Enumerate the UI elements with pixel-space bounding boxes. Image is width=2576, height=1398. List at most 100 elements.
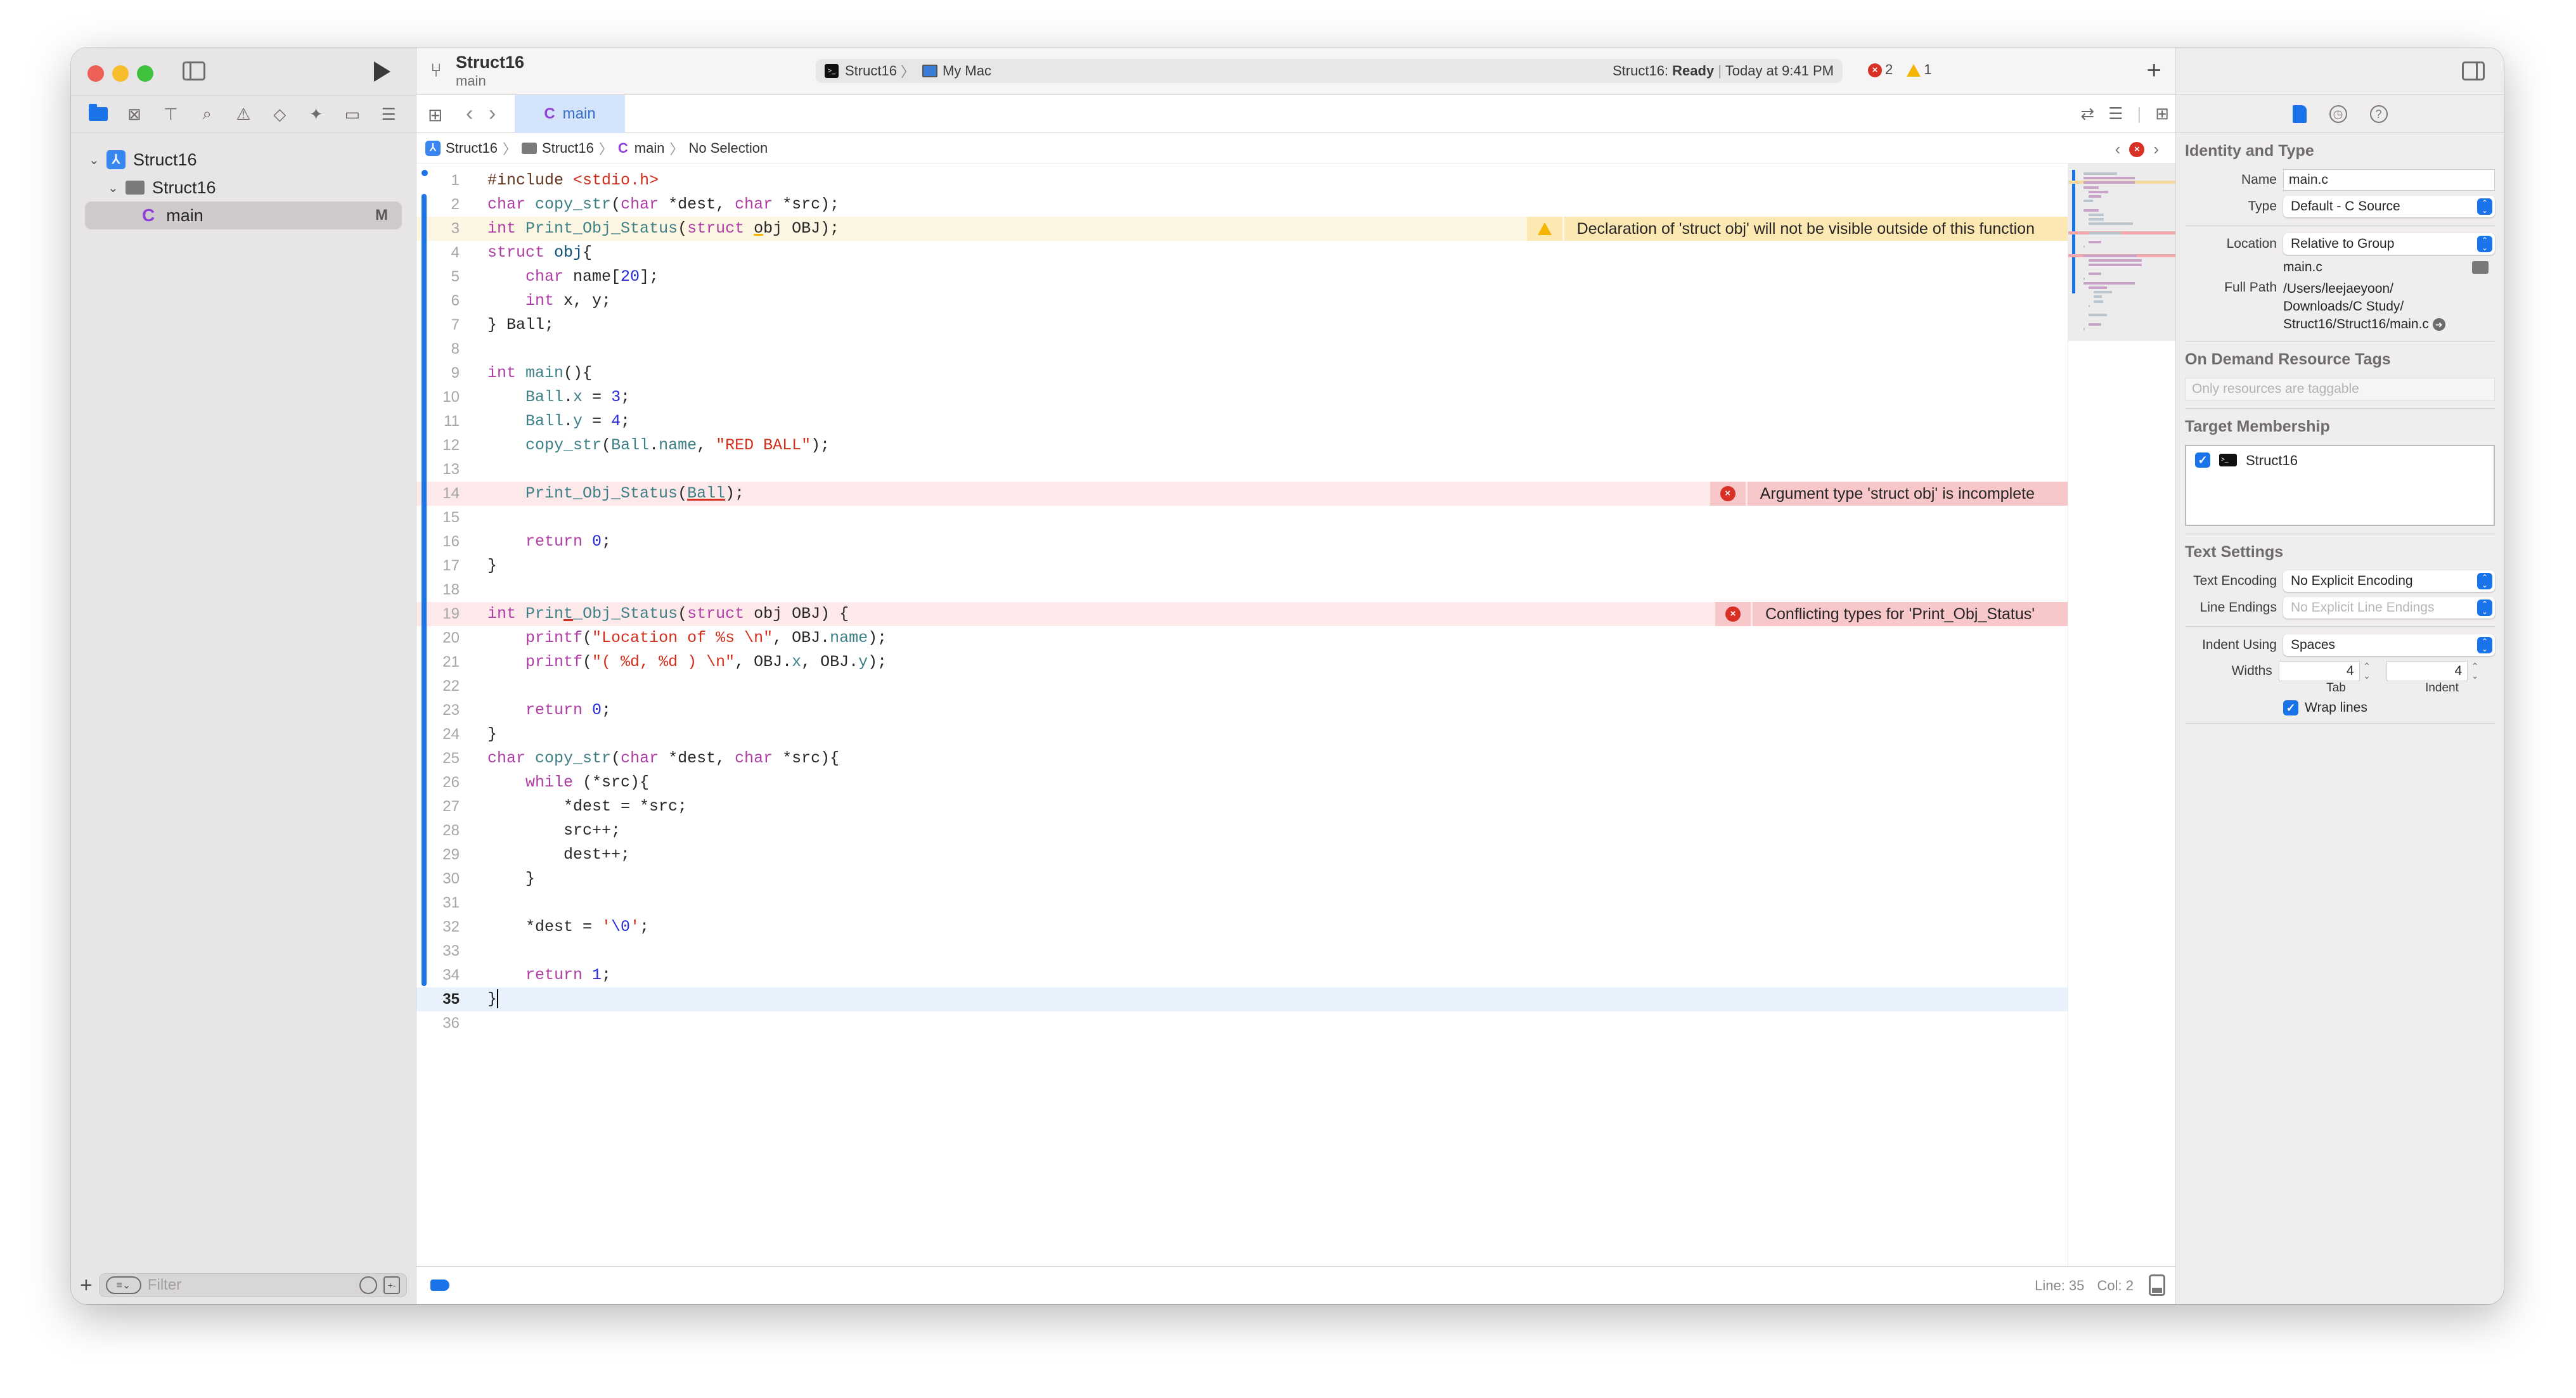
breadcrumb-item[interactable]: Struct16 bbox=[542, 140, 594, 157]
type-popup[interactable]: Default - C Source ⌃ ⌄ bbox=[2283, 196, 2495, 217]
code-line[interactable]: 28 src++; bbox=[416, 819, 2068, 843]
line-number[interactable]: 33 bbox=[429, 939, 460, 963]
line-number[interactable]: 16 bbox=[429, 530, 460, 554]
next-issue-icon[interactable]: › bbox=[2153, 139, 2159, 159]
code-text[interactable]: *dest = '\0'; bbox=[487, 915, 649, 939]
code-text[interactable]: int Print_Obj_Status(struct obj OBJ); bbox=[487, 217, 839, 241]
code-line[interactable]: 11 Ball.y = 4; bbox=[416, 409, 2068, 433]
code-text[interactable]: printf("Location of %s \n", OBJ.name); bbox=[487, 626, 887, 650]
breadcrumb-item[interactable]: Struct16 bbox=[446, 140, 498, 157]
minimap[interactable] bbox=[2068, 164, 2175, 1266]
chevron-down-icon[interactable]: ⌄ bbox=[108, 180, 120, 196]
code-text[interactable]: } bbox=[487, 867, 535, 891]
line-number[interactable]: 15 bbox=[429, 506, 460, 530]
tree-item-file[interactable]: C main M bbox=[85, 202, 402, 229]
name-field[interactable]: main.c bbox=[2283, 169, 2495, 191]
line-number[interactable]: 7 bbox=[429, 313, 460, 337]
code-text[interactable]: src++; bbox=[487, 819, 621, 843]
line-number[interactable]: 20 bbox=[429, 626, 460, 650]
error-icon[interactable]: × bbox=[2129, 141, 2145, 157]
code-line[interactable]: 22 bbox=[416, 674, 2068, 698]
issue-counts[interactable]: × 2 1 bbox=[1868, 61, 1932, 78]
debug-navigator-icon[interactable]: ✦ bbox=[306, 103, 327, 125]
code-line[interactable]: 36 bbox=[416, 1011, 2068, 1036]
code-line[interactable]: 13 bbox=[416, 458, 2068, 482]
filter-input[interactable] bbox=[147, 1276, 353, 1294]
line-number[interactable]: 17 bbox=[429, 554, 460, 578]
code-line[interactable]: 29 dest++; bbox=[416, 843, 2068, 867]
line-number[interactable]: 13 bbox=[429, 458, 460, 482]
line-number[interactable]: 31 bbox=[429, 891, 460, 915]
line-number[interactable]: 3 bbox=[429, 217, 460, 241]
code-line[interactable]: 2 char copy_str(char *dest, char *src); bbox=[416, 193, 2068, 217]
line-number[interactable]: 35 bbox=[429, 987, 460, 1011]
line-number[interactable]: 25 bbox=[429, 747, 460, 771]
code-text[interactable]: return 1; bbox=[487, 963, 611, 987]
code-line[interactable]: 15 bbox=[416, 506, 2068, 530]
code-text[interactable]: dest++; bbox=[487, 843, 630, 867]
breakpoint-navigator-icon[interactable]: ▭ bbox=[342, 103, 363, 125]
source-control-filter-icon[interactable]: +- bbox=[383, 1276, 400, 1294]
code-text[interactable]: int main(){ bbox=[487, 361, 592, 385]
code-line[interactable]: 1 #include <stdio.h> bbox=[416, 169, 2068, 193]
code-line[interactable]: 23 return 0; bbox=[416, 698, 2068, 722]
line-number[interactable]: 24 bbox=[429, 722, 460, 747]
tree-item-project[interactable]: ⌄ ⅄ Struct16 bbox=[71, 146, 416, 174]
code-line[interactable]: 7 } Ball; bbox=[416, 313, 2068, 337]
indent-width-field[interactable]: 4 bbox=[2386, 661, 2468, 681]
indent-using-popup[interactable]: Spaces ⌃ ⌄ bbox=[2283, 634, 2495, 656]
text-encoding-popup[interactable]: No Explicit Encoding ⌃ ⌄ bbox=[2283, 570, 2495, 592]
close-window-button[interactable] bbox=[87, 65, 104, 82]
minimap-visible-region[interactable] bbox=[2068, 164, 2175, 341]
code-text[interactable]: } Ball; bbox=[487, 313, 554, 337]
file-inspector-icon[interactable] bbox=[2292, 105, 2307, 123]
line-number[interactable]: 4 bbox=[429, 241, 460, 265]
run-button[interactable] bbox=[374, 61, 390, 82]
code-line[interactable]: 25 char copy_str(char *dest, char *src){ bbox=[416, 747, 2068, 771]
code-line[interactable]: 34 return 1; bbox=[416, 963, 2068, 987]
code-line[interactable]: 6 int x, y; bbox=[416, 289, 2068, 313]
line-number[interactable]: 22 bbox=[429, 674, 460, 698]
wrap-lines-checkbox[interactable]: ✓ bbox=[2283, 700, 2298, 715]
code-line[interactable]: 35} bbox=[416, 987, 2068, 1011]
source-change-bar[interactable] bbox=[422, 170, 428, 176]
line-endings-popup[interactable]: No Explicit Line Endings ⌃ ⌄ bbox=[2283, 597, 2495, 619]
line-number[interactable]: 1 bbox=[429, 169, 460, 193]
related-items-icon[interactable]: ⊞ bbox=[428, 105, 442, 125]
zoom-window-button[interactable] bbox=[137, 65, 153, 82]
code-text[interactable]: } bbox=[487, 722, 497, 747]
line-number[interactable]: 32 bbox=[429, 915, 460, 939]
line-number[interactable]: 26 bbox=[429, 771, 460, 795]
history-inspector-icon[interactable]: ◷ bbox=[2329, 105, 2347, 123]
code-text[interactable]: return 0; bbox=[487, 530, 611, 554]
code-line[interactable]: 33 bbox=[416, 939, 2068, 963]
code-text[interactable]: char name[20]; bbox=[487, 265, 659, 289]
code-text[interactable]: struct obj{ bbox=[487, 241, 592, 265]
line-number[interactable]: 27 bbox=[429, 795, 460, 819]
show-debug-area-icon[interactable] bbox=[2149, 1274, 2165, 1296]
code-line[interactable]: 18 bbox=[416, 578, 2068, 602]
indent-width-stepper[interactable]: ⌃ ⌄ bbox=[2468, 662, 2482, 681]
line-number[interactable]: 23 bbox=[429, 698, 460, 722]
breadcrumb-item[interactable]: No Selection bbox=[689, 140, 768, 157]
add-file-button[interactable]: + bbox=[80, 1273, 93, 1298]
code-line[interactable]: 32 *dest = '\0'; bbox=[416, 915, 2068, 939]
filter-options-icon[interactable]: ≡⌄ bbox=[105, 1276, 141, 1294]
warning-annotation[interactable]: Declaration of 'struct obj' will not be … bbox=[1526, 217, 2068, 241]
code-line[interactable]: 5 char name[20]; bbox=[416, 265, 2068, 289]
error-annotation[interactable]: × Conflicting types for 'Print_Obj_Status… bbox=[1715, 602, 2068, 626]
scheme-selector[interactable]: Struct16 bbox=[845, 63, 897, 79]
code-text[interactable]: return 0; bbox=[487, 698, 611, 722]
code-text[interactable]: } bbox=[487, 554, 497, 578]
choose-folder-icon[interactable] bbox=[2472, 261, 2489, 274]
code-line[interactable]: 8 bbox=[416, 337, 2068, 361]
line-number[interactable]: 18 bbox=[429, 578, 460, 602]
toggle-inspector-icon[interactable] bbox=[2462, 61, 2485, 80]
code-text[interactable]: *dest = *src; bbox=[487, 795, 687, 819]
symbol-navigator-icon[interactable]: ⊤ bbox=[160, 103, 181, 125]
code-line[interactable]: 30 } bbox=[416, 867, 2068, 891]
report-navigator-icon[interactable]: ☰ bbox=[378, 103, 399, 125]
code-text[interactable]: Ball.y = 4; bbox=[487, 409, 630, 433]
code-line[interactable]: 17} bbox=[416, 554, 2068, 578]
project-navigator-icon[interactable] bbox=[87, 103, 109, 125]
